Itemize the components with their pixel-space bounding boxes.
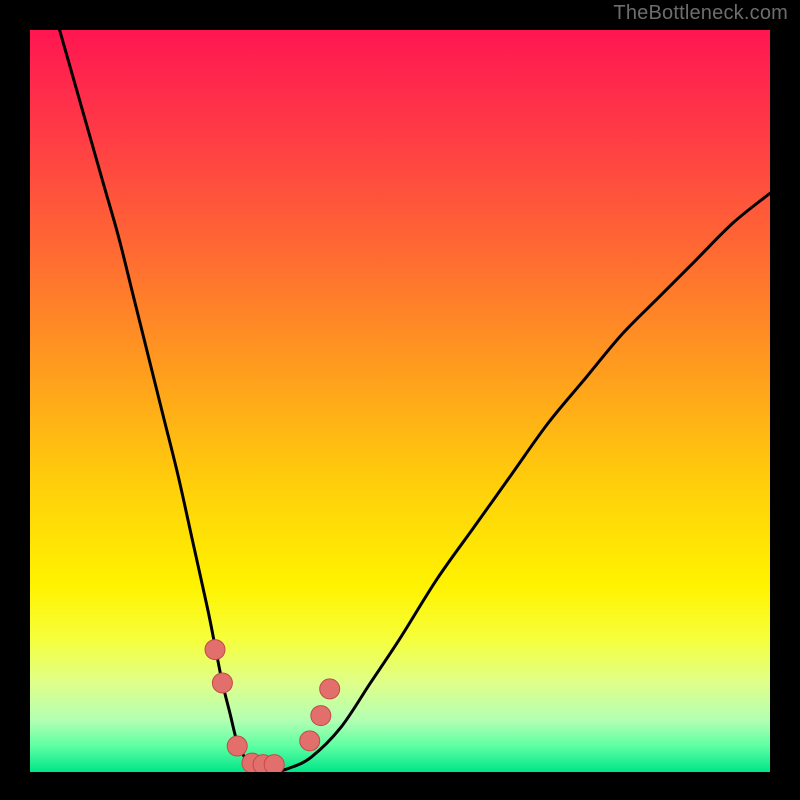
plot-area (30, 30, 770, 772)
chart-frame: TheBottleneck.com (0, 0, 800, 800)
background-gradient (30, 30, 770, 772)
watermark-text: TheBottleneck.com (613, 2, 788, 25)
